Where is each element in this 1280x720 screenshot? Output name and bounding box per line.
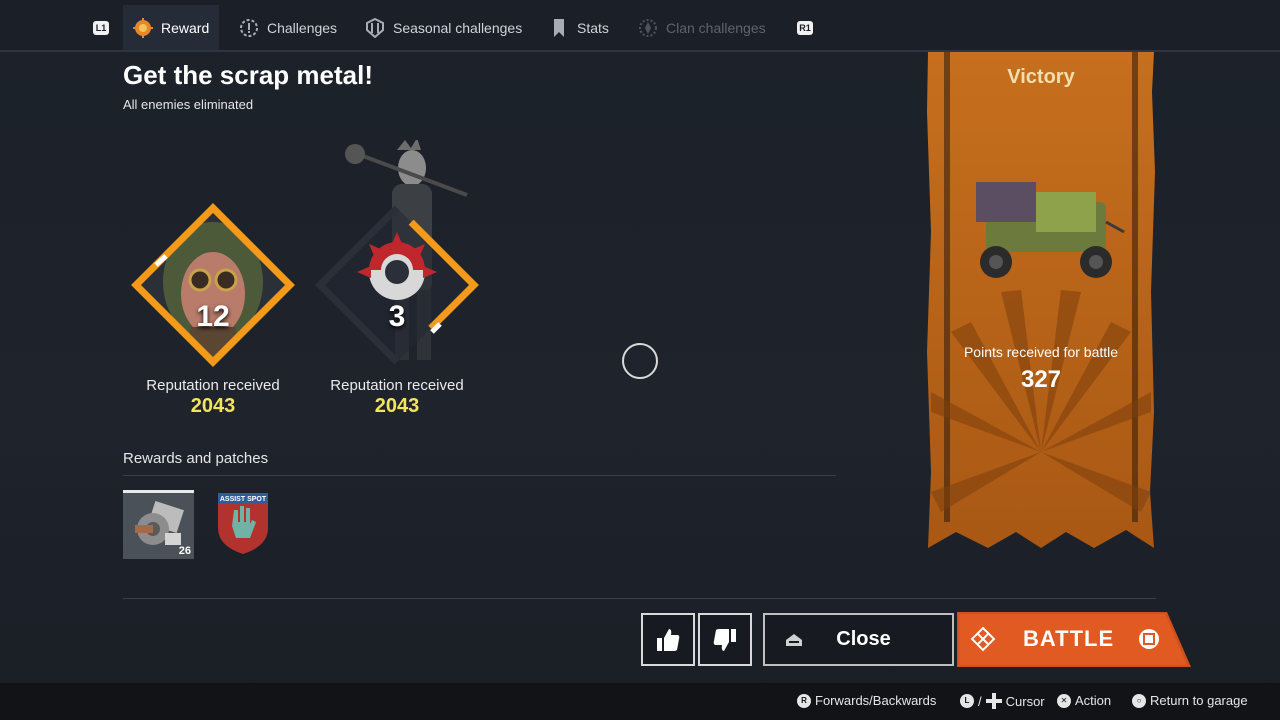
r-stick-icon: R <box>797 693 811 708</box>
victory-banner <box>927 52 1155 548</box>
top-navigation: L1 Reward Challenges Seasonal challenges… <box>0 0 1280 52</box>
l1-button-tag[interactable]: L1 <box>93 21 109 35</box>
garage-icon <box>786 634 802 646</box>
page-title: Get the scrap metal! <box>123 60 373 90</box>
reputation-card-player: 12 Reputation received 2043 <box>123 140 303 420</box>
hint-label: Return to garage <box>1150 693 1248 708</box>
circle-button-icon: ○ <box>1132 693 1146 708</box>
tab-label: Clan challenges <box>666 19 766 36</box>
seasonal-icon <box>366 17 384 38</box>
reputation-card-faction: 3 Reputation received 2043 <box>307 140 487 420</box>
reputation-level: 12 <box>196 300 230 333</box>
clan-icon <box>639 18 657 37</box>
patch-text: ASSIST SPOT <box>220 496 267 503</box>
thumbs-up-icon <box>657 628 680 651</box>
reputation-level: 3 <box>388 300 406 333</box>
battle-label: BATTLE <box>1023 626 1115 651</box>
reputation-value: 2043 <box>374 395 420 417</box>
r1-button-tag[interactable]: R1 <box>797 21 813 35</box>
assist-patch-icon[interactable]: ASSIST SPOT <box>212 488 274 556</box>
tab-challenges[interactable]: Challenges <box>229 5 347 50</box>
reward-icon <box>133 17 153 38</box>
tab-label: Challenges <box>267 19 338 36</box>
reputation-label: Reputation received <box>146 377 280 394</box>
close-label: Close <box>836 628 891 650</box>
l-stick-icon: L <box>960 694 974 708</box>
item-count: 26 <box>178 545 191 557</box>
hint-action: ✕ Action <box>1057 693 1111 708</box>
challenges-icon <box>240 18 258 37</box>
dpad-icon <box>985 693 1002 709</box>
tab-label: Seasonal challenges <box>393 19 523 36</box>
reward-item-scrap-metal[interactable]: 26 <box>123 490 194 559</box>
player-portrait-icon <box>131 203 295 367</box>
section-divider <box>123 475 836 476</box>
like-button[interactable] <box>641 613 695 666</box>
tab-reward[interactable]: Reward <box>123 5 220 50</box>
hint-label: Forwards/Backwards <box>815 693 937 708</box>
hint-return-to-garage: ○ Return to garage <box>1132 693 1248 708</box>
page-subtitle: All enemies eliminated <box>123 97 254 112</box>
stats-icon <box>554 18 564 37</box>
tab-clan-challenges[interactable]: Clan challenges <box>628 5 776 50</box>
banner-title: Victory <box>1007 66 1075 88</box>
thumbs-down-icon <box>713 628 736 651</box>
hint-label: Action <box>1075 693 1112 708</box>
close-button[interactable]: Close <box>763 613 954 666</box>
faction-emblem-icon <box>315 205 479 365</box>
cross-button-icon: ✕ <box>1057 693 1071 708</box>
hint-forwards-backwards: R Forwards/Backwards <box>797 693 936 708</box>
dislike-button[interactable] <box>698 613 752 666</box>
tab-stats[interactable]: Stats <box>539 5 619 50</box>
square-button-icon <box>1139 629 1159 649</box>
points-label: Points received for battle <box>963 344 1119 360</box>
reputation-value: 2043 <box>190 395 236 417</box>
cursor-ring <box>622 343 658 379</box>
reputation-label: Reputation received <box>330 377 464 394</box>
hint-cursor: L / Cursor <box>960 693 1045 709</box>
points-value: 327 <box>1020 366 1062 393</box>
tab-label: Reward <box>161 19 210 36</box>
tab-seasonal-challenges[interactable]: Seasonal challenges <box>355 5 532 50</box>
scrap-metal-icon <box>135 500 184 545</box>
rewards-section-title: Rewards and patches <box>123 450 269 467</box>
tab-label: Stats <box>577 19 609 36</box>
hint-label: Cursor <box>1005 693 1045 709</box>
bottom-divider <box>123 598 1156 599</box>
